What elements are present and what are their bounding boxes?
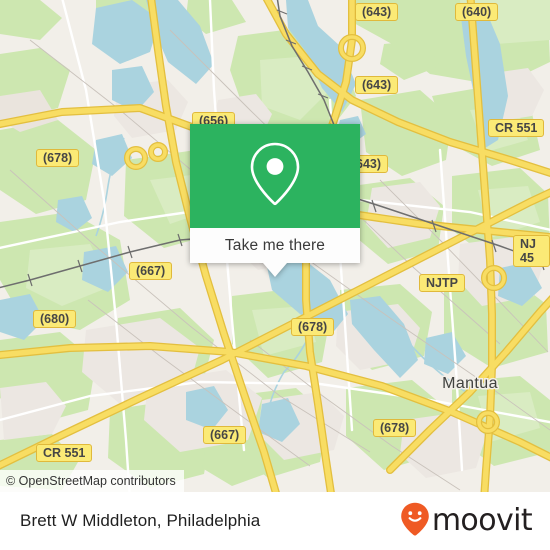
map-shield-643-top[interactable]: (643) (355, 3, 399, 21)
map-shield-678-bottom[interactable]: (678) (373, 419, 417, 437)
moovit-wordmark: moovit (431, 503, 533, 538)
map-shield-njtp[interactable]: NJTP (419, 274, 465, 292)
callout-pointer (263, 263, 287, 277)
map-shield-667-bottom[interactable]: (667) (203, 426, 247, 444)
map-shield-678-left[interactable]: (678) (36, 149, 80, 167)
map-shield-678-mid[interactable]: (678) (291, 318, 335, 336)
map-shield-667-left[interactable]: (667) (129, 262, 173, 280)
map-shield-cr551-top[interactable]: CR 551 (488, 119, 545, 137)
map-shield-640[interactable]: (640) (455, 3, 499, 21)
take-me-there-label: Take me there (224, 236, 326, 254)
callout-action-panel[interactable]: Take me there (190, 228, 360, 263)
map-shield-nj45[interactable]: NJ 45 (513, 235, 550, 267)
svg-text:Mantua: Mantua (442, 375, 498, 392)
footer-bar: Brett W Middleton, Philadelphia moovit (0, 492, 550, 550)
map-shield-680[interactable]: (680) (33, 310, 77, 328)
moovit-pin-smiley-icon (400, 502, 430, 541)
take-me-there-callout[interactable]: Take me there (190, 124, 360, 277)
place-title: Brett W Middleton, Philadelphia (20, 511, 261, 530)
callout-pin-panel (190, 124, 360, 228)
map-shield-cr551-bottom[interactable]: CR 551 (36, 444, 93, 462)
map-pin-icon (247, 140, 303, 213)
map-shield-643-mid[interactable]: (643) (355, 76, 399, 94)
moovit-logo[interactable]: moovit (400, 502, 533, 541)
map-place-label-mantua: Mantua (441, 374, 499, 394)
osm-attribution[interactable]: © OpenStreetMap contributors (0, 470, 184, 492)
